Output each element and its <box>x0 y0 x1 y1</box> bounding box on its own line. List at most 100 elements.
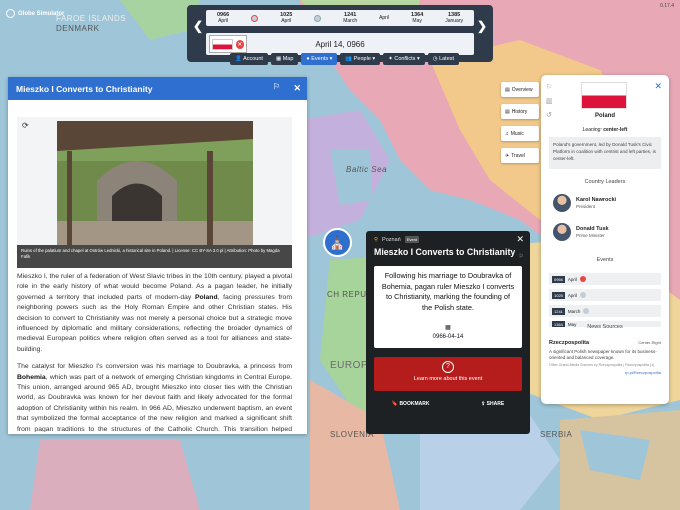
popup-location: ⚲ Poznań Event <box>374 236 419 243</box>
flag-icon[interactable]: ⚐ <box>273 82 280 91</box>
tab-history[interactable]: ▤ History <box>501 104 539 119</box>
paragraph: The catalyst for Mieszko I's conversion … <box>17 362 292 432</box>
popup-date: 0966-04-14 <box>432 334 464 340</box>
timeline-item[interactable]: 0966 April <box>217 12 229 24</box>
popup-summary-card: Following his marriage to Doubravka of B… <box>374 266 522 348</box>
timeline-item[interactable]: 1025 April <box>280 12 292 24</box>
timeline-month: January <box>445 18 463 24</box>
avatar <box>553 194 571 212</box>
popup-actions: 🔖 BOOKMARK ⇪ SHARE <box>366 401 530 407</box>
nav-latest-button[interactable]: ◷ Latest <box>427 53 460 65</box>
highlight-link[interactable]: Bohemia <box>17 374 46 381</box>
tab-travel[interactable]: ✈ Travel <box>501 148 539 163</box>
timeline-item[interactable]: 1241 March <box>343 12 357 24</box>
timeline-item[interactable]: 1385 January <box>445 12 463 24</box>
timeline-strip: 0966 April 1025 April 1241 March April 1364… <box>206 10 474 26</box>
event-marker-church-icon[interactable]: ⛪ <box>323 228 352 257</box>
tab-label: Overview <box>511 86 533 93</box>
avatar <box>553 223 571 241</box>
map-label-serbia: SERBIA <box>540 430 573 439</box>
map-label-faroe: FAROE ISLANDS <box>56 14 127 23</box>
nav-events-button[interactable]: ● Events ▾ <box>301 53 338 65</box>
event-row[interactable]: 1241 March <box>549 305 661 317</box>
nav-people-button[interactable]: 👥 People ▾ <box>340 53 381 65</box>
leaning-label: Leaning: <box>582 127 602 133</box>
event-month: April <box>567 292 577 298</box>
leader-card[interactable]: Donald Tusk Prime Minister <box>553 223 609 241</box>
poland-flag-icon <box>212 38 233 50</box>
event-marker <box>579 276 586 282</box>
nav-account-button[interactable]: 👤 Account <box>230 53 268 65</box>
event-detail-body: Mieszko I, the ruler of a federation of … <box>17 272 292 432</box>
event-year: 1025 <box>552 291 565 299</box>
timeline-month: April <box>218 18 229 24</box>
bookmark-button[interactable]: 🔖 BOOKMARK <box>392 401 430 407</box>
timeline-next-arrow[interactable]: ❯ <box>477 19 487 33</box>
tab-music[interactable]: ♫ Music <box>501 126 539 141</box>
bookmark-label: BOOKMARK <box>399 401 430 407</box>
overview-icon: ▤ <box>505 86 510 93</box>
event-image-block: ⟳ Ruins of the palatium and chapel at Os… <box>17 117 292 268</box>
leader-card[interactable]: Karol Nawrocki President <box>553 194 616 212</box>
popup-badge: Event <box>404 236 419 243</box>
close-icon[interactable]: ✕ <box>654 81 662 92</box>
nav-map-button[interactable]: ▦ Map <box>270 53 299 65</box>
timeline-item[interactable]: April <box>379 15 389 21</box>
country-panel: ⚐ ▥ ↺ ✕ Poland Leaning: center-left Pola… <box>541 75 669 404</box>
question-icon: ? <box>442 361 454 373</box>
nav-label: Events <box>311 56 329 62</box>
country-name: Poland <box>594 113 615 119</box>
highlight-link[interactable]: Poland <box>195 294 218 301</box>
leaders-title: Country Leaders <box>584 179 626 185</box>
leader-name: Donald Tusk <box>576 225 609 232</box>
nav-conflicts-button[interactable]: ✦ Conflicts ▾ <box>383 53 425 65</box>
nav-label: Conflicts <box>394 56 416 62</box>
timeline-month: May <box>412 18 422 24</box>
leader-name: Karol Nawrocki <box>576 196 617 203</box>
popup-summary: Following his marriage to Doubravka of B… <box>381 271 515 312</box>
version-label: 0.17.4 <box>660 3 674 9</box>
tab-overview[interactable]: ▤ Overview <box>501 82 539 97</box>
nav-label: Map <box>282 56 294 62</box>
news-source-card[interactable]: Center-Right Rzeczpospolita A significan… <box>549 340 661 376</box>
learn-more-button[interactable]: ? Learn more about this event <box>374 357 522 391</box>
nav-label: Account <box>243 56 263 62</box>
building-icon[interactable]: ▥ <box>546 95 553 109</box>
leader-role: President <box>576 203 596 209</box>
news-note: Other Grand-Media Sources by Rzeczpospol… <box>549 363 655 367</box>
paragraph: Mieszko I, the ruler of a federation of … <box>17 272 292 355</box>
flag-icon[interactable]: ⚐ <box>519 253 524 260</box>
close-icon[interactable]: ✕ <box>293 83 301 94</box>
refresh-icon[interactable]: ⟳ <box>22 121 29 130</box>
event-marker <box>579 292 586 298</box>
event-month: March <box>567 308 581 314</box>
event-row[interactable]: 1025 April <box>549 289 661 301</box>
event-detail-title: Mieszko I Converts to Christianity <box>16 83 153 94</box>
event-row[interactable]: 0966 April <box>549 273 661 285</box>
event-year: 0966 <box>552 275 565 283</box>
nav-label: Latest <box>439 56 455 62</box>
share-label: SHARE <box>486 401 505 407</box>
travel-icon: ✈ <box>505 152 510 159</box>
tab-label: Music <box>510 130 524 137</box>
share-button[interactable]: ⇪ SHARE <box>481 401 504 407</box>
timeline-marker[interactable] <box>314 14 322 22</box>
news-link[interactable]: rp.pl/Rzeczpospolita <box>625 370 661 375</box>
event-marker <box>583 308 590 314</box>
nav-bar: 👤 Account ▦ Map ● Events ▾ 👥 People ▾ ✦ … <box>230 53 460 65</box>
timeline-prev-arrow[interactable]: ❮ <box>193 19 203 33</box>
map-label-denmark: DENMARK <box>56 24 100 33</box>
events-title: Events <box>596 257 614 263</box>
close-icon[interactable]: ✕ <box>516 234 524 245</box>
country-description: Poland's government, led by Donald Tusk'… <box>549 137 661 169</box>
event-month: April <box>567 276 577 282</box>
event-photo[interactable] <box>57 121 253 245</box>
flag-icon[interactable]: ⚐ <box>546 81 553 95</box>
timeline-item[interactable]: 1364 May <box>411 12 423 24</box>
tab-label: Travel <box>511 152 525 159</box>
timeline-marker[interactable] <box>251 14 259 22</box>
selected-country-chip[interactable]: ✕ <box>209 35 247 53</box>
learn-more-label: Learn more about this event <box>413 376 483 382</box>
leader-role: Prime Minister <box>576 232 605 238</box>
clear-country-icon[interactable]: ✕ <box>235 39 244 49</box>
